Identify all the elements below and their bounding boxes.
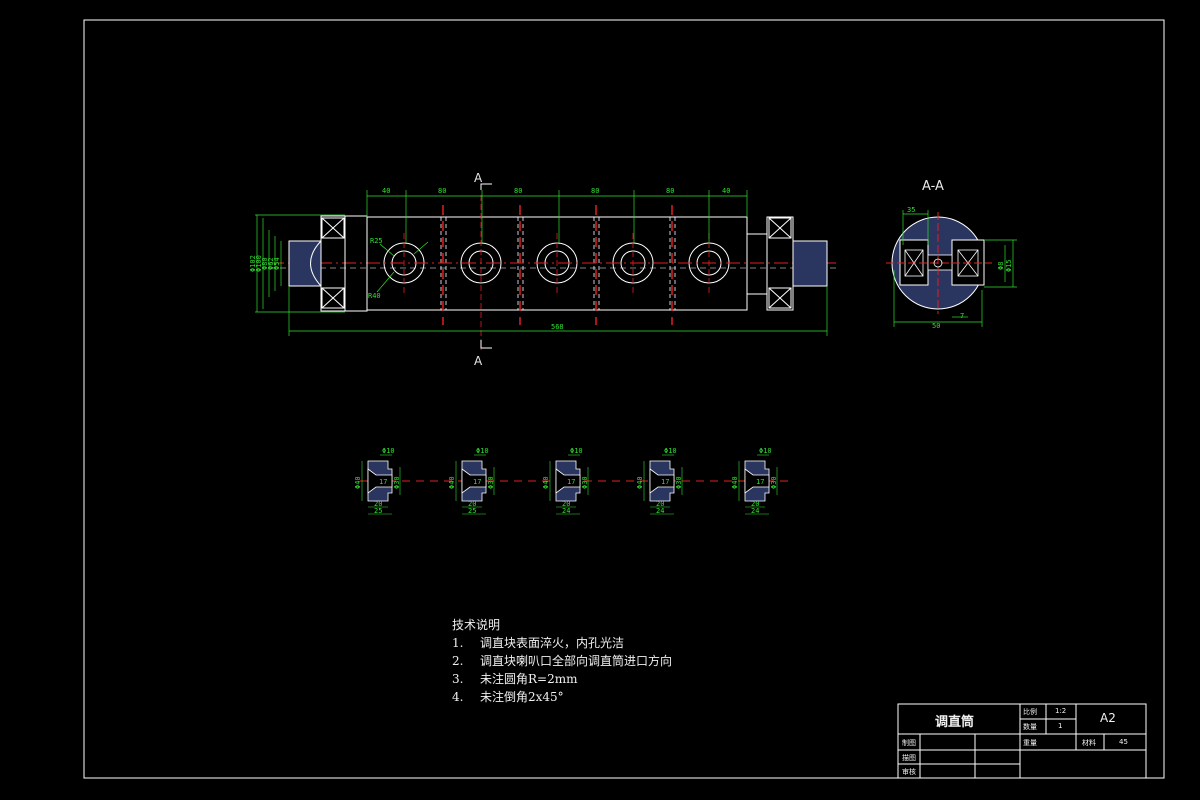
drawn-label: 制图 [902, 739, 916, 747]
material-value: 45 [1119, 738, 1128, 746]
qty-value: 1 [1058, 722, 1063, 730]
qty-label: 数量 [1023, 723, 1037, 731]
sheet-size: A2 [1100, 711, 1116, 725]
scale-value: 1:2 [1055, 707, 1067, 715]
checked-label: 审核 [902, 768, 916, 776]
weight-label: 重量 [1023, 739, 1037, 747]
material-label: 材料 [1082, 739, 1096, 747]
scale-label: 比例 [1023, 708, 1037, 716]
part-name: 调直筒 [935, 715, 975, 730]
designed-label: 描图 [902, 754, 916, 762]
title-block-grid [897, 703, 1147, 779]
